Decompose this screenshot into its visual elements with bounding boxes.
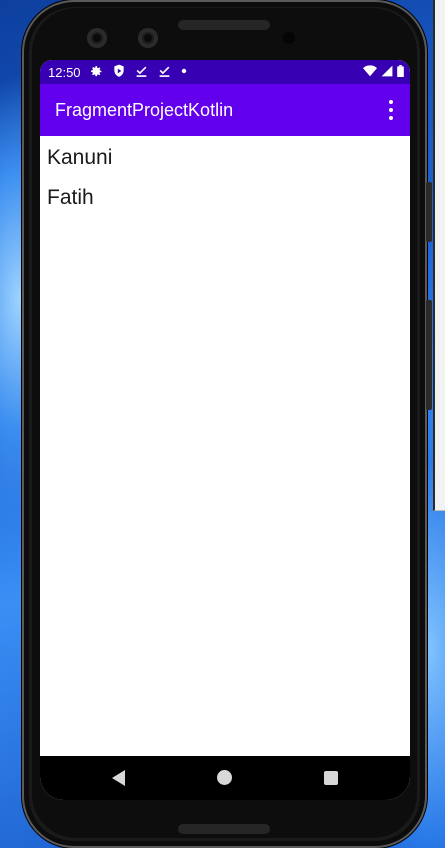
list-item-fatih[interactable]: Fatih <box>40 176 410 216</box>
cell-signal-icon <box>381 65 393 77</box>
fragment-list: Kanuni Fatih <box>40 136 410 756</box>
recents-icon[interactable] <box>324 771 338 785</box>
power-button[interactable] <box>426 182 432 242</box>
list-item-kanuni[interactable]: Kanuni <box>40 136 410 176</box>
status-time: 12:50 <box>48 65 81 80</box>
navigation-bar <box>40 756 410 800</box>
download-done-icon <box>159 66 170 77</box>
bottom-speaker <box>178 824 270 834</box>
top-speaker <box>178 20 270 30</box>
front-camera-1 <box>87 28 107 48</box>
volume-button[interactable] <box>426 300 432 410</box>
download-done-icon <box>136 66 147 77</box>
shield-icon <box>114 64 124 77</box>
home-icon[interactable] <box>217 770 232 785</box>
app-title: FragmentProjectKotlin <box>55 100 234 120</box>
gear-icon <box>91 65 102 76</box>
front-camera-2 <box>138 28 158 48</box>
dot-icon <box>181 68 187 74</box>
wifi-icon <box>363 65 377 77</box>
background-window-edge <box>433 0 445 511</box>
device-screen: 12:50 FragmentProjectKotlin Kanuni Fatih <box>40 60 410 800</box>
proximity-sensor <box>283 32 295 44</box>
status-bar: 12:50 <box>40 60 410 84</box>
battery-icon <box>397 65 404 77</box>
back-icon[interactable] <box>112 770 125 786</box>
more-vert-icon[interactable] <box>386 100 396 120</box>
app-toolbar: FragmentProjectKotlin <box>40 84 410 136</box>
